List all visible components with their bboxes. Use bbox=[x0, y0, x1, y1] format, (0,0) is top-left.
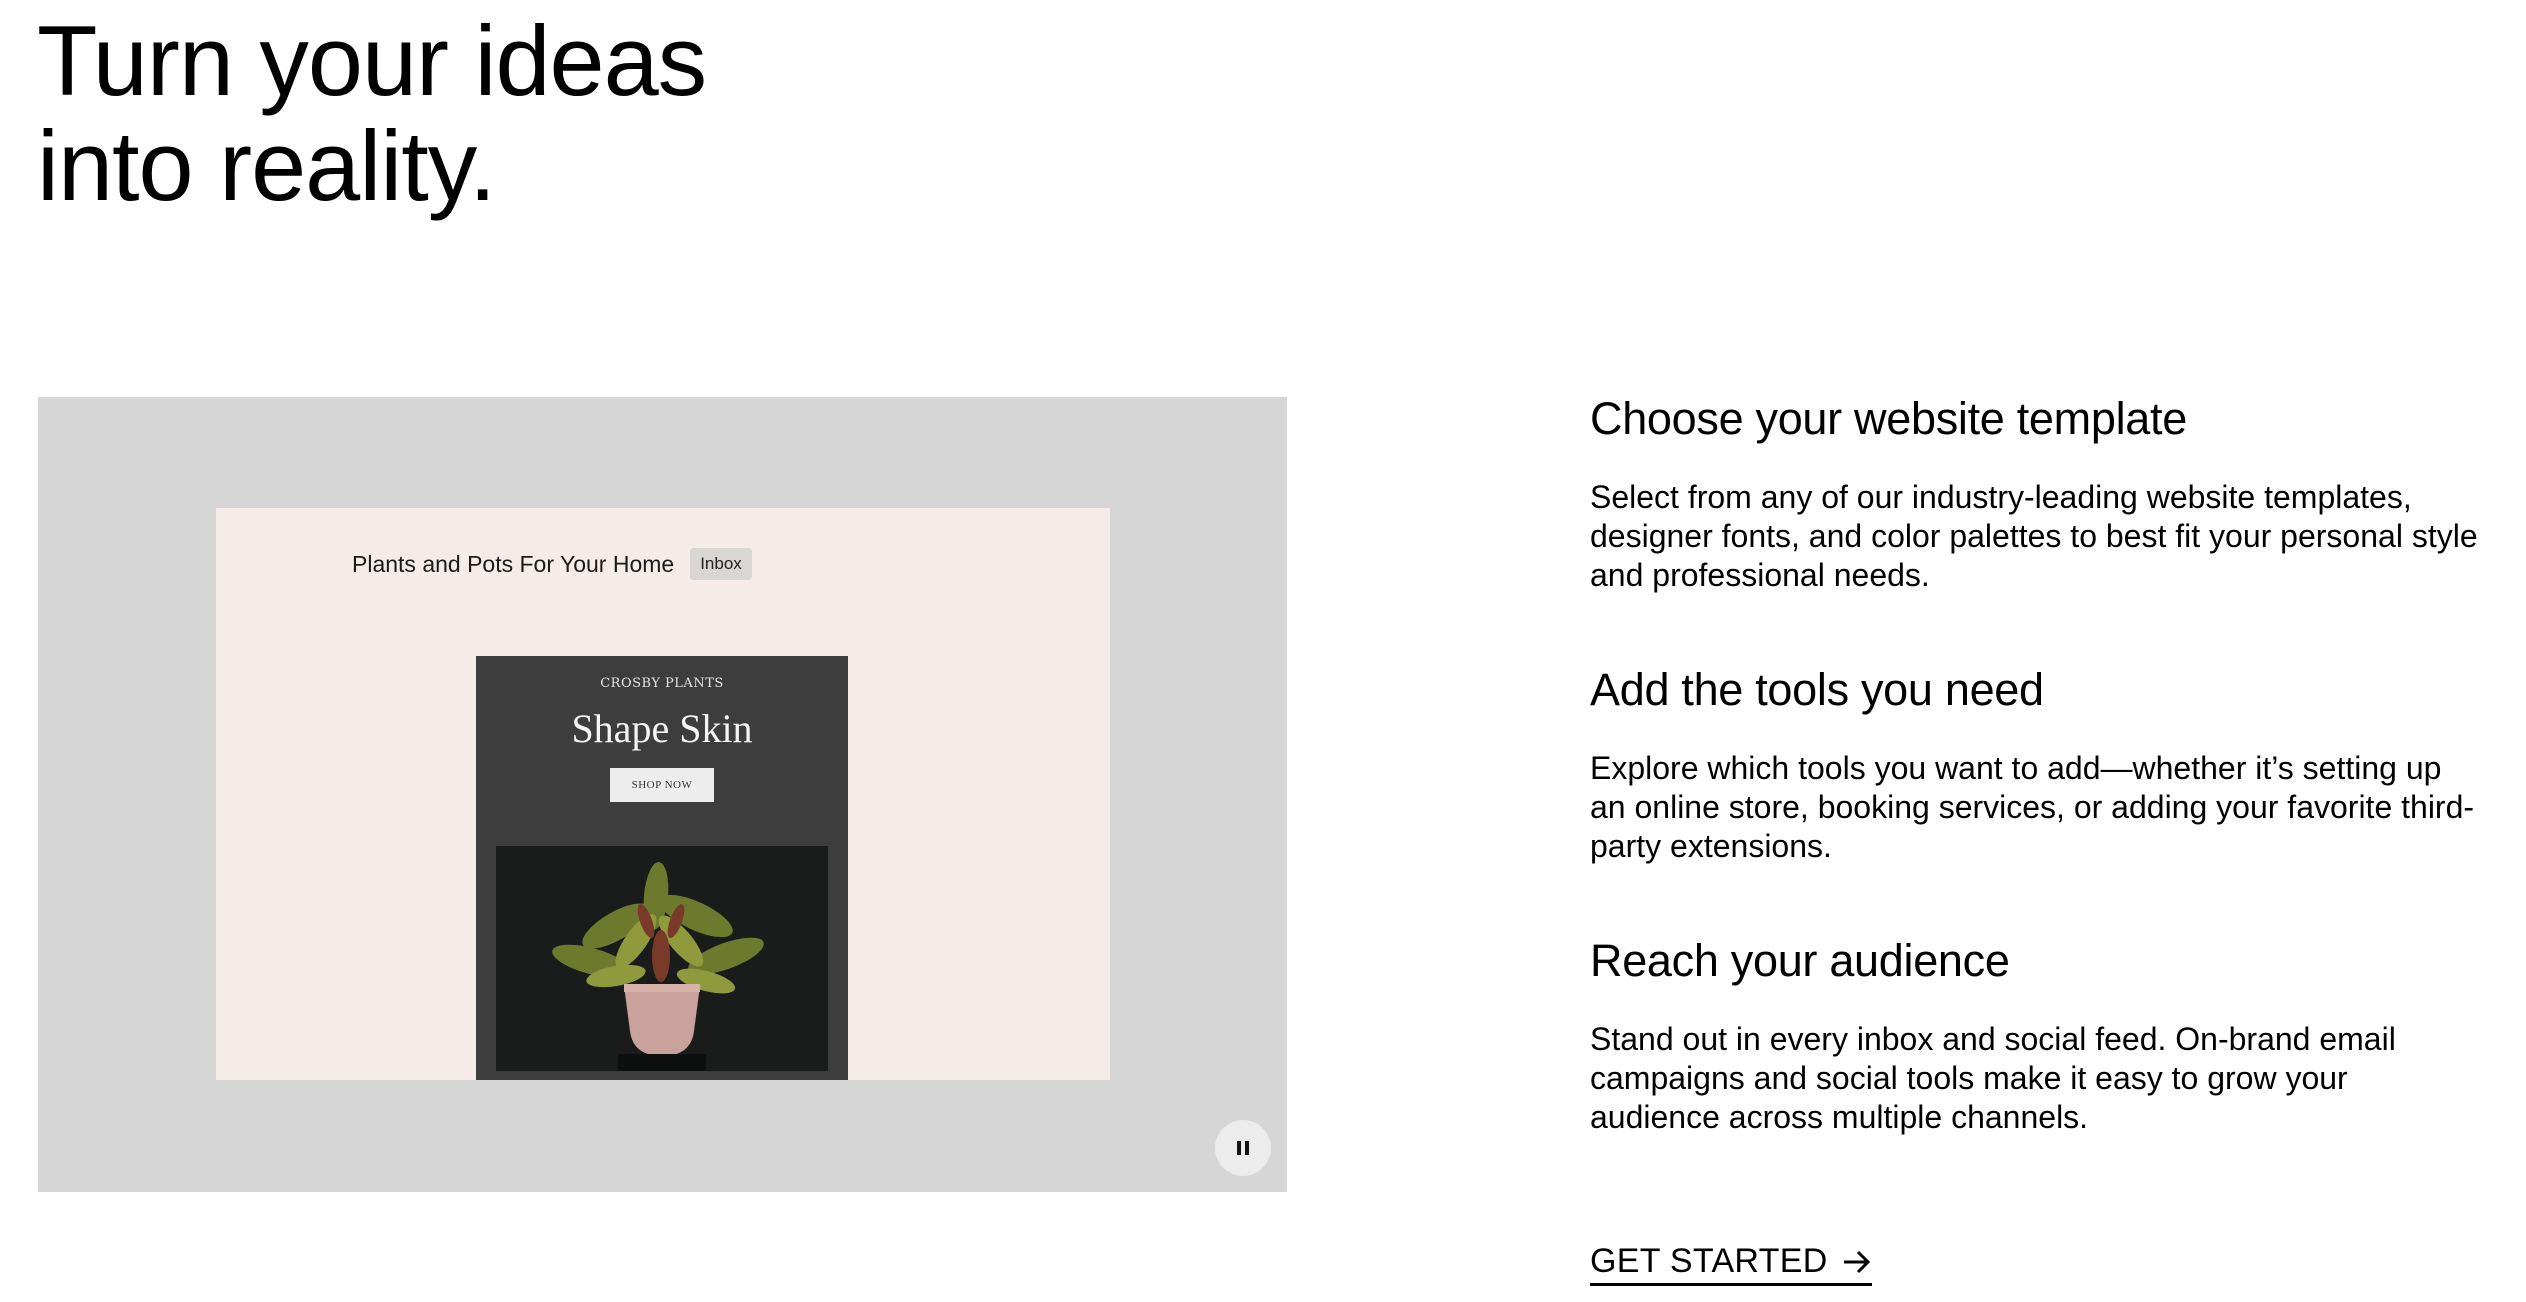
shop-now-button: SHOP NOW bbox=[609, 768, 715, 802]
email-subject: Plants and Pots For Your Home bbox=[352, 550, 675, 577]
pause-button[interactable] bbox=[1215, 1120, 1271, 1176]
hero-title: Turn your ideas into reality. bbox=[37, 5, 707, 221]
hero-title-line-2: into reality. bbox=[37, 110, 496, 221]
brand-name: CROSBY PLANTS bbox=[600, 676, 724, 691]
feature-description: Select from any of our industry-leading … bbox=[1590, 479, 2478, 593]
feature-item: Choose your website template Select from… bbox=[1590, 390, 2490, 595]
hero-title-line-1: Turn your ideas bbox=[37, 5, 707, 116]
feature-title: Add the tools you need bbox=[1590, 664, 2044, 715]
media-showcase: Plants and Pots For Your Home Inbox CROS… bbox=[38, 397, 1287, 1192]
email-subject-row: Plants and Pots For Your Home Inbox bbox=[352, 548, 752, 580]
inbox-badge: Inbox bbox=[690, 548, 752, 580]
feature-title: Choose your website template bbox=[1590, 393, 2187, 444]
feature-item: Add the tools you need Explore which too… bbox=[1590, 661, 2490, 866]
feature-description: Stand out in every inbox and social feed… bbox=[1590, 1021, 2396, 1135]
email-preview: Plants and Pots For Your Home Inbox CROS… bbox=[216, 508, 1110, 1080]
feature-description: Explore which tools you want to add—whet… bbox=[1590, 750, 2475, 864]
potted-plant-image bbox=[496, 846, 828, 1071]
arrow-right-icon bbox=[1842, 1249, 1872, 1275]
pause-icon bbox=[1235, 1141, 1251, 1155]
feature-item: Reach your audience Stand out in every i… bbox=[1590, 932, 2490, 1137]
plant-photo bbox=[496, 846, 828, 1071]
features-list: Choose your website template Select from… bbox=[1590, 390, 2490, 1203]
feature-title: Reach your audience bbox=[1590, 935, 2010, 986]
email-card: CROSBY PLANTS Shape Skin SHOP NOW bbox=[476, 656, 848, 1080]
get-started-link[interactable]: GET STARTED bbox=[1590, 1242, 1872, 1286]
get-started-label: GET STARTED bbox=[1590, 1242, 1828, 1280]
card-headline: Shape Skin bbox=[571, 706, 753, 751]
